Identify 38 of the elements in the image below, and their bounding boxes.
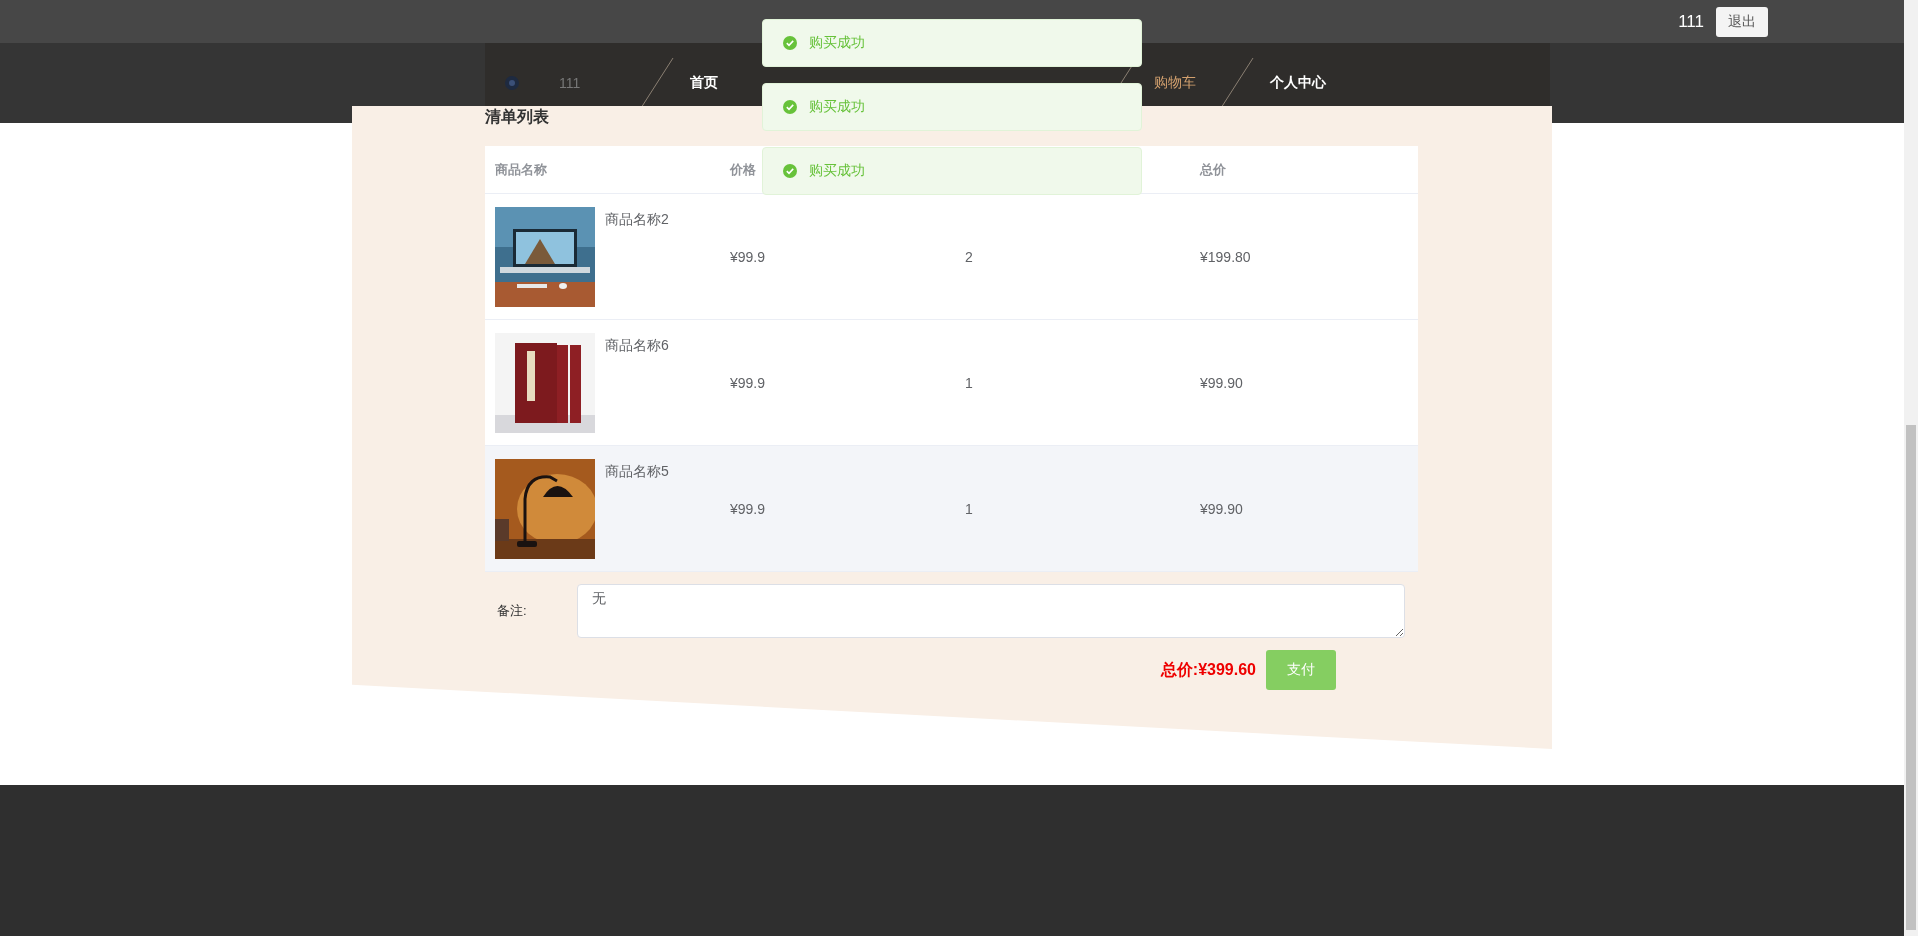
- total-cell: ¥99.90: [1200, 374, 1243, 391]
- user-name: 111: [559, 75, 581, 91]
- total-cell: ¥99.90: [1200, 500, 1243, 517]
- quantity-cell: 2: [965, 248, 973, 265]
- remark-label: 备注:: [496, 602, 528, 620]
- nav-link[interactable]: 首页: [690, 74, 718, 92]
- total-price: 总价:¥399.60: [1160, 659, 1256, 680]
- slash-divider: [640, 57, 674, 109]
- product-name: 商品名称6: [605, 336, 669, 355]
- check-icon: [783, 164, 797, 178]
- table-row[interactable]: 商品名称2 ¥99.9 2 ¥199.80: [485, 194, 1418, 320]
- check-icon: [783, 36, 797, 50]
- slash-divider: [1220, 57, 1254, 109]
- scrollbar[interactable]: [1904, 0, 1918, 936]
- remark-field[interactable]: 无: [577, 584, 1405, 638]
- total-cell: ¥199.80: [1200, 248, 1251, 265]
- check-icon: [783, 100, 797, 114]
- nav-link[interactable]: 购物车: [1154, 74, 1196, 92]
- price-cell: ¥99.9: [730, 500, 766, 517]
- product-name: 商品名称5: [605, 462, 669, 481]
- section-title: 清单列表: [485, 107, 549, 127]
- price-cell: ¥99.9: [730, 248, 766, 265]
- price-cell: ¥99.9: [730, 374, 766, 391]
- column-header: 商品名称: [495, 160, 547, 179]
- nav-link[interactable]: 个人中心: [1270, 74, 1326, 92]
- product-name: 商品名称2: [605, 210, 669, 229]
- table-row[interactable]: 商品名称5 ¥99.9 1 ¥99.90: [485, 446, 1418, 572]
- column-header: 总价: [1200, 160, 1226, 179]
- quantity-cell: 1: [965, 500, 973, 517]
- table-row[interactable]: 商品名称6 ¥99.9 1 ¥99.90: [485, 320, 1418, 446]
- column-header: 价格: [730, 160, 756, 179]
- toast-message: 购买成功: [809, 34, 865, 52]
- username: 111: [1678, 12, 1704, 32]
- quantity-cell: 1: [965, 374, 973, 391]
- toast-message: 购买成功: [809, 162, 865, 180]
- toast-message: 购买成功: [809, 98, 865, 116]
- avatar-icon: [505, 76, 519, 90]
- logout-button[interactable]: 退出: [1716, 7, 1768, 37]
